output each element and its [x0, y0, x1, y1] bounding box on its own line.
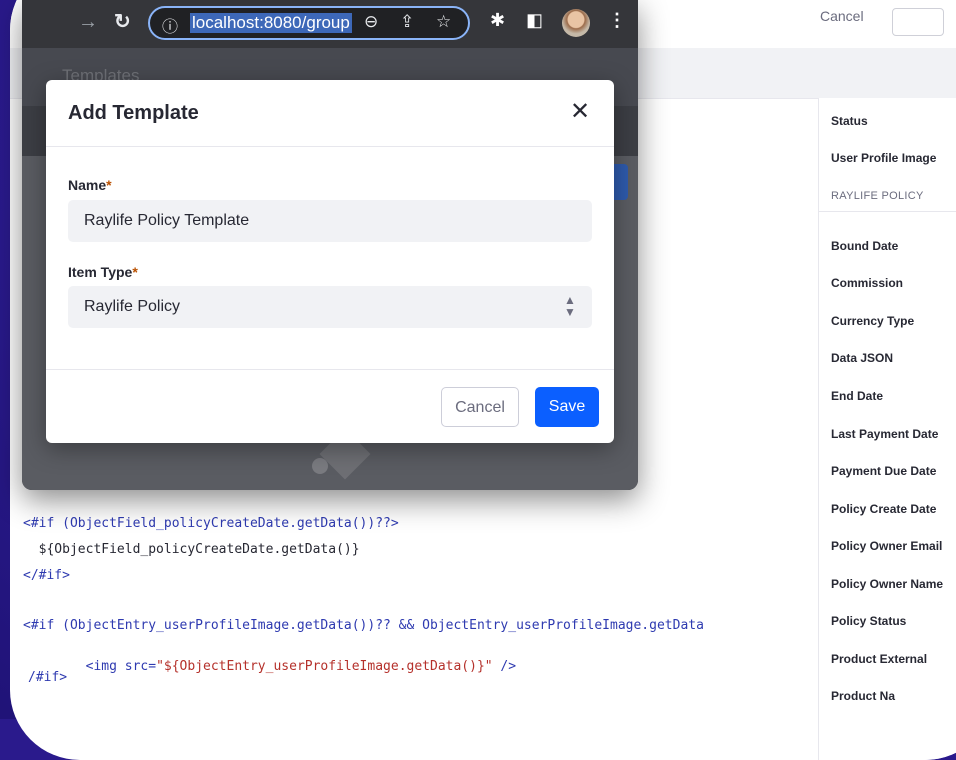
editor-save-button[interactable]	[892, 8, 944, 36]
name-label: Name*	[68, 177, 112, 193]
field-item[interactable]: Policy Status	[831, 614, 906, 628]
field-item[interactable]: User Profile Image	[831, 151, 936, 165]
required-asterisk: *	[106, 177, 112, 193]
modal-footer: Cancel Save	[46, 369, 614, 444]
code-line[interactable]: ${ObjectField_policyCreateDate.getData()…	[23, 542, 360, 557]
required-asterisk: *	[132, 264, 138, 280]
item-type-label-text: Item Type	[68, 264, 133, 280]
name-label-text: Name	[68, 177, 107, 193]
field-item[interactable]: End Date	[831, 389, 883, 403]
reload-icon[interactable]: ↻	[114, 10, 131, 34]
code-line[interactable]: <#if (ObjectEntry_userProfileImage.getDa…	[23, 618, 704, 633]
code-string: "${ObjectEntry_userProfileImage.getData(…	[156, 659, 493, 674]
forward-icon[interactable]: →	[78, 10, 98, 34]
code-line[interactable]: /#if>	[28, 670, 67, 685]
sidepanel-icon[interactable]: ◧	[526, 10, 543, 31]
field-item[interactable]: Currency Type	[831, 314, 914, 328]
modal-title: Add Template	[68, 102, 199, 124]
field-item[interactable]: Policy Owner Email	[831, 539, 942, 553]
browser-menu-icon[interactable]: ⋮	[608, 10, 626, 31]
close-icon[interactable]: ✕	[570, 98, 590, 126]
save-button[interactable]: Save	[535, 387, 599, 427]
section-header[interactable]: RAYLIFE POLICY	[831, 190, 924, 202]
screen: Cancel <#if (ObjectField_policyCreateDat…	[0, 0, 956, 760]
modal-header: Add Template ✕	[46, 80, 614, 147]
add-template-modal: Add Template ✕ Name* Raylife Policy Temp…	[46, 80, 614, 443]
fields-sidebar: Status User Profile Image RAYLIFE POLICY…	[818, 98, 956, 760]
code-line[interactable]: <#if (ObjectField_policyCreateDate.getDa…	[23, 516, 399, 531]
share-icon[interactable]: ⇪	[400, 12, 414, 32]
code-line[interactable]: <img src="${ObjectEntry_userProfileImage…	[23, 644, 516, 689]
code-token: />	[492, 659, 517, 674]
editor-cancel-link[interactable]: Cancel	[820, 8, 864, 24]
url-text[interactable]: localhost:8080/group	[190, 13, 352, 33]
address-bar[interactable]: ⓘ localhost:8080/group ⊖ ⇪ ☆	[148, 6, 470, 40]
item-type-select-value: Raylife Policy	[84, 298, 181, 315]
profile-avatar[interactable]	[562, 9, 590, 37]
field-item[interactable]: Last Payment Date	[831, 427, 938, 441]
field-item[interactable]: Policy Owner Name	[831, 577, 943, 591]
cancel-button[interactable]: Cancel	[441, 387, 519, 427]
code-line[interactable]: </#if>	[23, 568, 70, 583]
code-token: <img src=	[69, 659, 157, 674]
field-item[interactable]: Data JSON	[831, 351, 893, 365]
item-type-label: Item Type*	[68, 264, 138, 280]
name-input[interactable]: Raylife Policy Template	[68, 200, 592, 242]
field-item[interactable]: Bound Date	[831, 239, 898, 253]
name-input-value: Raylife Policy Template	[84, 212, 250, 229]
field-item[interactable]: Commission	[831, 276, 903, 290]
bookmark-star-icon[interactable]: ☆	[436, 12, 451, 32]
field-item[interactable]: Payment Due Date	[831, 464, 936, 478]
field-item[interactable]: Status	[831, 114, 868, 128]
field-item[interactable]: Product External	[831, 652, 927, 666]
item-type-select[interactable]: Raylife Policy ▲ ▼	[68, 286, 592, 328]
info-icon[interactable]: ⓘ	[162, 13, 178, 37]
field-item[interactable]: Policy Create Date	[831, 502, 936, 516]
field-item[interactable]: Product Na	[831, 689, 895, 703]
browser-toolbar: → ↻ ⓘ localhost:8080/group ⊖ ⇪ ☆ ✱ ◧ ⋮	[22, 0, 638, 48]
extensions-icon[interactable]: ✱	[490, 10, 505, 31]
zoom-icon[interactable]: ⊖	[364, 12, 378, 32]
divider	[819, 211, 956, 212]
select-caret-icon: ▲ ▼	[564, 293, 576, 319]
